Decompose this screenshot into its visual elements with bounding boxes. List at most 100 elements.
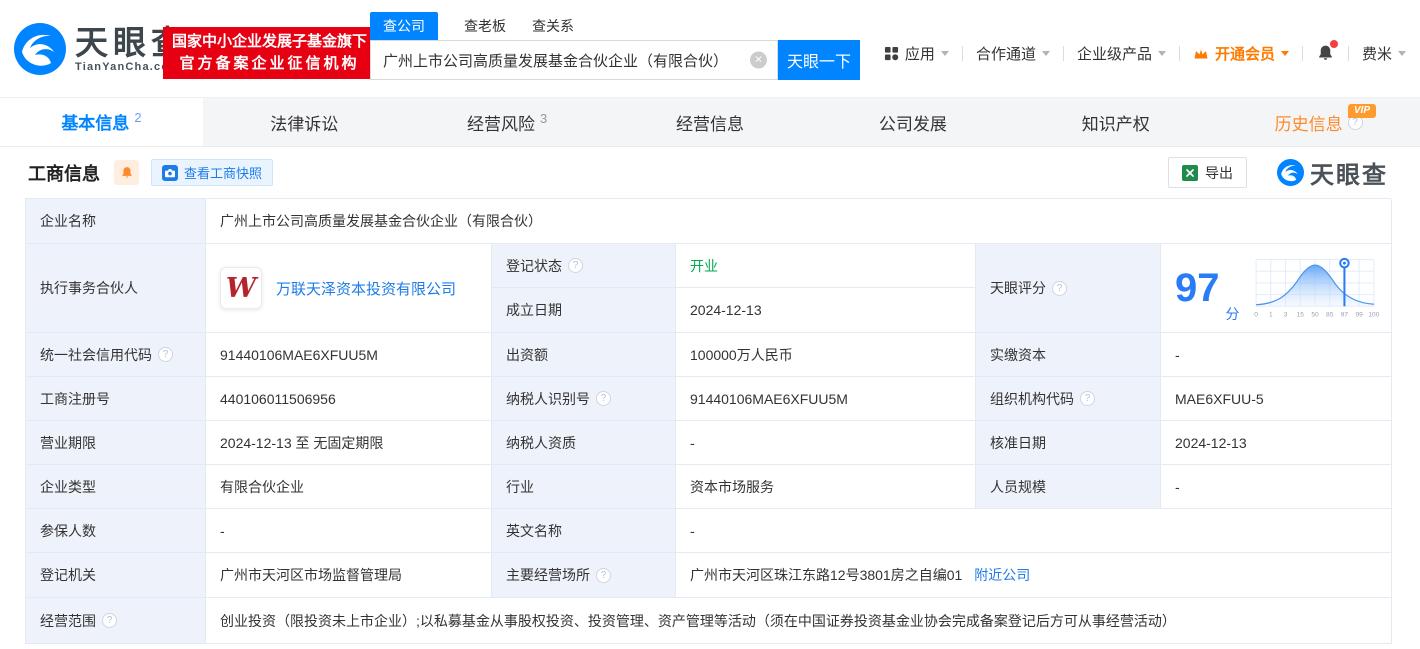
- registration-status-value: 开业: [676, 244, 976, 288]
- approval-date-value: 2024-12-13: [1161, 421, 1392, 465]
- company-tab-bar: 基本信息 2 法律诉讼 经营风险 3 经营信息 公司发展 知识产权 VIP 历史…: [0, 97, 1420, 147]
- field-label: 企业名称: [26, 199, 206, 244]
- establish-date-value: 2024-12-13: [676, 288, 976, 333]
- paid-in-capital-value: -: [1161, 333, 1392, 377]
- score-unit: 分: [1225, 306, 1240, 322]
- business-scope-value: 创业投资（限投资未上市企业）;以私募基金从事股权投资、投资管理、资产管理等活动（…: [206, 598, 1392, 644]
- field-label: 实缴资本: [976, 333, 1161, 377]
- help-icon[interactable]: ?: [1080, 391, 1095, 406]
- managing-partner-value: W 万联天泽资本投资有限公司: [206, 244, 492, 333]
- nav-partner-channel[interactable]: 合作通道: [976, 43, 1050, 64]
- registration-number-value: 440106011506956: [206, 377, 492, 421]
- help-icon[interactable]: ?: [1052, 280, 1067, 296]
- svg-text:100: 100: [1368, 311, 1379, 318]
- credit-code-value: 91440106MAE6XFUU5M: [206, 333, 492, 377]
- business-term-value: 2024-12-13 至 无固定期限: [206, 421, 492, 465]
- monitor-bell-button[interactable]: [114, 160, 139, 185]
- taxpayer-id-value: 91440106MAE6XFUU5M: [676, 377, 976, 421]
- chevron-down-icon: [1041, 51, 1050, 56]
- field-label: 登记状态 ?: [492, 244, 676, 288]
- tianyancha-watermark: 天眼查: [1277, 155, 1388, 190]
- export-button[interactable]: 导出: [1168, 157, 1247, 188]
- snapshot-button[interactable]: 查看工商快照: [151, 159, 274, 186]
- nearby-companies-link[interactable]: 附近公司: [974, 565, 1030, 585]
- chevron-down-icon: [1398, 51, 1406, 56]
- field-label: 营业期限: [26, 421, 206, 465]
- field-label: 纳税人识别号 ?: [492, 377, 676, 421]
- notifications-button[interactable]: [1316, 40, 1338, 63]
- nav-vip[interactable]: 开通会员: [1193, 43, 1289, 64]
- tab-business-info[interactable]: 经营信息: [609, 98, 812, 146]
- business-info-table: 企业名称 广州上市公司高质量发展基金合伙企业（有限合伙） 执行事务合伙人 W 万…: [25, 198, 1392, 644]
- tab-label: 公司发展: [878, 114, 947, 134]
- help-icon[interactable]: ?: [158, 347, 173, 362]
- tab-count: 3: [540, 110, 548, 126]
- field-label: 纳税人资质: [492, 421, 676, 465]
- help-icon[interactable]: ?: [596, 567, 611, 583]
- watermark-text: 天眼查: [1310, 162, 1388, 189]
- nav-enterprise-products[interactable]: 企业级产品: [1077, 43, 1166, 64]
- tab-label: 法律诉讼: [270, 114, 339, 134]
- camera-icon: [162, 164, 178, 181]
- svg-text:15: 15: [1296, 311, 1304, 318]
- search-input[interactable]: [371, 41, 777, 79]
- score-number: 97: [1175, 266, 1220, 310]
- vip-badge: VIP: [1347, 104, 1377, 118]
- tab-legal-proceedings[interactable]: 法律诉讼: [203, 98, 406, 146]
- field-label: 执行事务合伙人: [26, 244, 206, 333]
- tab-label: 基本信息: [61, 114, 130, 133]
- clear-icon[interactable]: ×: [750, 51, 767, 69]
- nav-apps[interactable]: 应用: [884, 43, 949, 64]
- contributed-capital-value: 100000万人民币: [676, 333, 976, 377]
- search-button[interactable]: 天眼一下: [778, 40, 860, 80]
- snapshot-button-label: 查看工商快照: [184, 166, 263, 181]
- main-premises-value: 广州市天河区珠江东路12号3801房之自编01 附近公司: [676, 553, 1392, 598]
- gov-certification-badge: 国家中小企业发展子基金旗下 官方备案企业征信机构: [163, 27, 377, 79]
- chevron-down-icon: [1157, 51, 1166, 56]
- search-tab-relation[interactable]: 查关系: [532, 16, 574, 40]
- nav-divider: [961, 46, 963, 61]
- tianyan-score-value: 97 分 0 1 3 15 50 85 97 99 100: [1161, 244, 1392, 333]
- tab-count: 2: [134, 110, 142, 125]
- nav-vip-label: 开通会员: [1214, 46, 1275, 63]
- apps-grid-icon: [884, 46, 899, 61]
- field-label: 主要经营场所 ?: [492, 553, 676, 598]
- organization-code-value: MAE6XFUU-5: [1161, 377, 1392, 421]
- industry-value: 资本市场服务: [676, 465, 976, 509]
- section-title: 工商信息: [28, 163, 100, 184]
- nav-apps-label: 应用: [904, 46, 935, 63]
- help-icon[interactable]: ?: [102, 613, 117, 628]
- partner-company-link[interactable]: 万联天泽资本投资有限公司: [276, 278, 456, 299]
- search-area: 查公司 查老板 查关系 × 天眼一下: [370, 12, 860, 80]
- top-nav: 应用 合作通道 企业级产品 开通会员 费米: [884, 40, 1406, 64]
- chevron-down-icon: [1280, 51, 1289, 56]
- excel-icon: [1182, 164, 1198, 181]
- nav-user[interactable]: 费米: [1362, 43, 1406, 64]
- field-label: 登记机关: [26, 553, 206, 598]
- tab-label: 历史信息: [1274, 114, 1343, 134]
- tab-history-info[interactable]: VIP 历史信息 ?: [1217, 98, 1420, 146]
- partner-logo[interactable]: W: [220, 267, 262, 309]
- tab-basic-info[interactable]: 基本信息 2: [0, 98, 203, 146]
- search-tab-boss[interactable]: 查老板: [464, 16, 506, 40]
- nav-enterprise-label: 企业级产品: [1076, 46, 1152, 63]
- nav-divider: [1178, 46, 1180, 61]
- tab-business-risk[interactable]: 经营风险 3: [406, 98, 609, 146]
- field-label: 行业: [492, 465, 676, 509]
- search-row: × 天眼一下: [370, 40, 860, 80]
- search-tab-company[interactable]: 查公司: [370, 12, 438, 40]
- tianyancha-eye-icon: [14, 23, 66, 75]
- help-icon[interactable]: ?: [568, 258, 583, 273]
- help-icon[interactable]: ?: [596, 391, 611, 406]
- staff-size-value: -: [1161, 465, 1392, 509]
- field-label: 核准日期: [976, 421, 1161, 465]
- tab-company-development[interactable]: 公司发展: [811, 98, 1014, 146]
- svg-text:0: 0: [1254, 311, 1258, 318]
- insured-count-value: -: [206, 509, 492, 553]
- tab-intellectual-property[interactable]: 知识产权: [1014, 98, 1217, 146]
- svg-text:97: 97: [1340, 311, 1348, 318]
- field-label: 企业类型: [26, 465, 206, 509]
- site-header: 天眼查 TianYanCha.com 国家中小企业发展子基金旗下 官方备案企业征…: [0, 0, 1420, 97]
- nav-divider: [1301, 46, 1303, 61]
- field-label: 成立日期: [492, 288, 676, 333]
